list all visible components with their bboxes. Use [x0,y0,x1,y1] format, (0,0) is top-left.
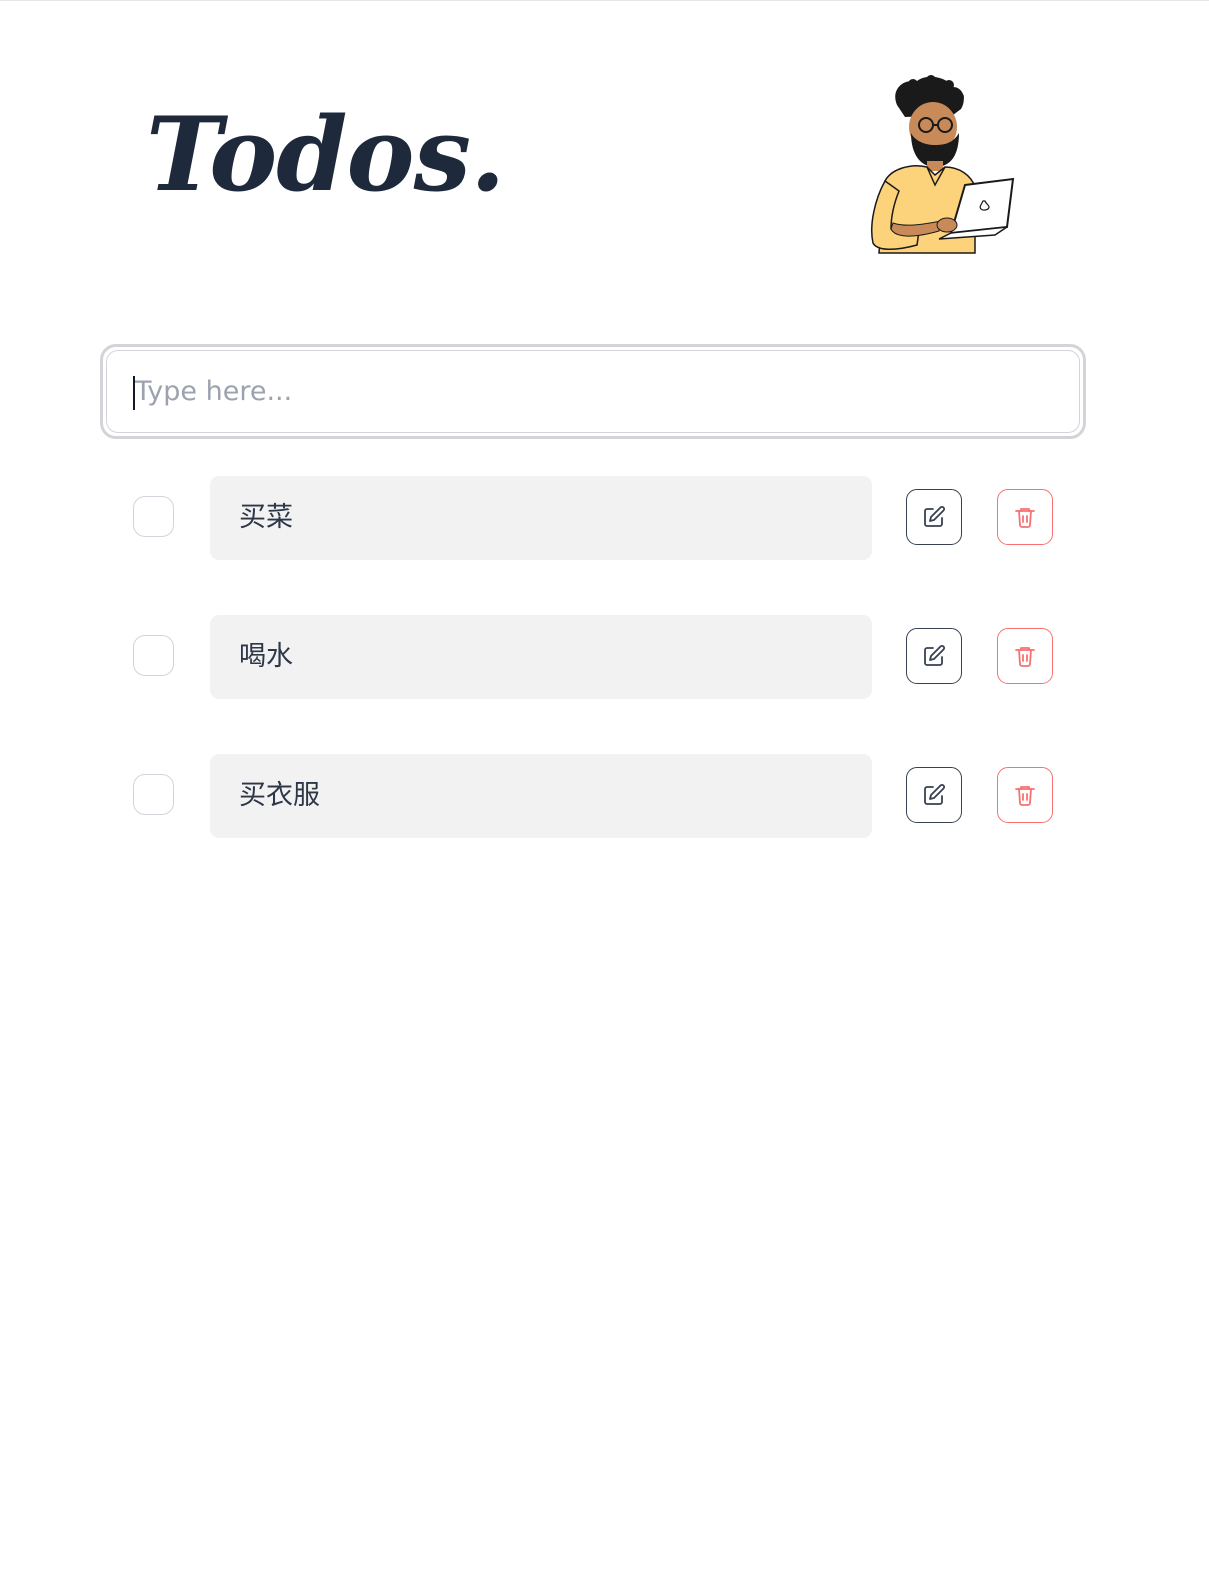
todo-text[interactable]: 买菜 [210,476,872,560]
edit-button[interactable] [906,628,962,684]
todo-item: 喝水 [130,615,1060,699]
top-divider [0,0,1209,1]
todo-checkbox[interactable] [133,774,174,815]
trash-icon [1015,508,1035,528]
todo-input-container [100,344,1086,439]
edit-button[interactable] [906,767,962,823]
person-with-laptop-illustration [870,75,1015,254]
trash-icon [1015,647,1035,667]
page-title: Todos. [146,95,506,215]
delete-button[interactable] [997,489,1053,545]
pencil-square-icon [924,784,945,805]
todo-text[interactable]: 买衣服 [210,754,872,838]
pencil-square-icon [924,506,945,527]
todo-checkbox[interactable] [133,635,174,676]
todo-item: 买菜 [130,476,1060,560]
text-caret [133,376,135,410]
edit-button[interactable] [906,489,962,545]
delete-button[interactable] [997,767,1053,823]
todo-checkbox[interactable] [133,496,174,537]
delete-button[interactable] [997,628,1053,684]
todo-item: 买衣服 [130,754,1060,838]
pencil-square-icon [924,645,945,666]
trash-icon [1015,786,1035,806]
todo-text[interactable]: 喝水 [210,615,872,699]
todo-input[interactable] [106,350,1080,433]
